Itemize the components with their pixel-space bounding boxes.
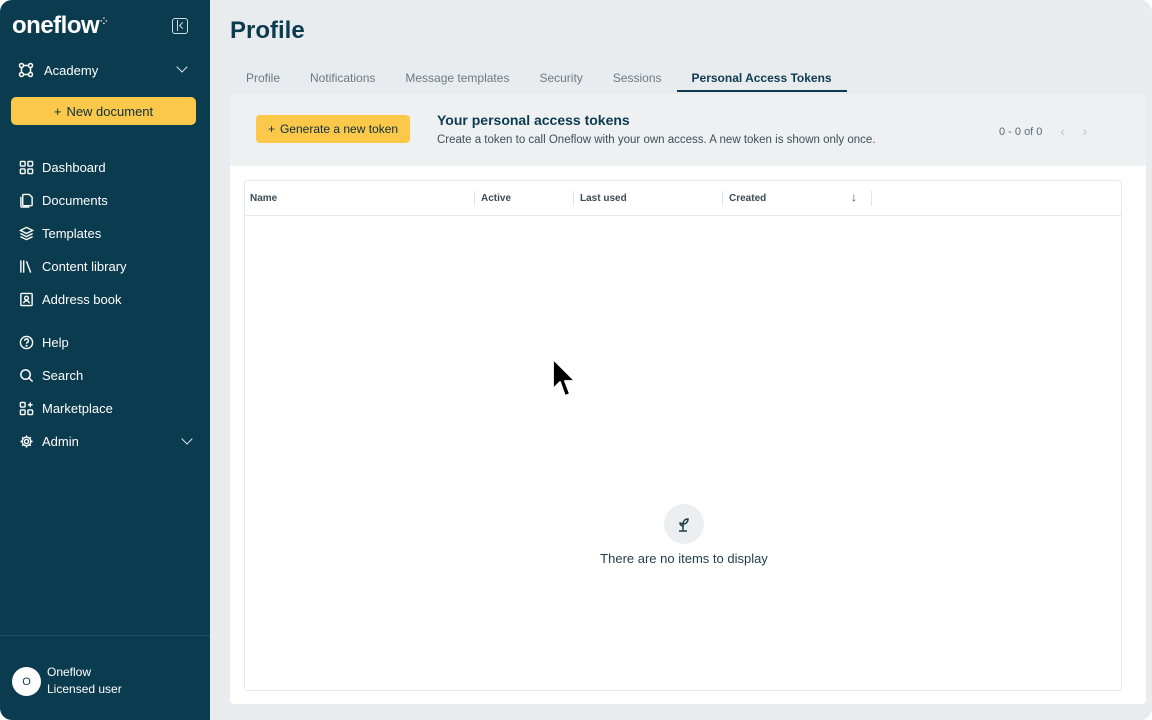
- tokens-table: Name Active Last used Created ↓ There ar…: [244, 180, 1122, 691]
- tokens-title: Your personal access tokens: [437, 112, 630, 128]
- sidebar: oneflow ⁘ Academy + New document Dashboa…: [0, 0, 210, 720]
- tab-profile[interactable]: Profile: [231, 66, 295, 92]
- sidebar-item-label: Help: [42, 334, 69, 350]
- tokens-card-header: + Generate a new token Your personal acc…: [230, 94, 1146, 166]
- sidebar-item-address-book[interactable]: Address book: [19, 288, 199, 310]
- column-header-active[interactable]: Active: [481, 193, 511, 204]
- table-header: Name Active Last used Created ↓: [245, 181, 1121, 216]
- sidebar-item-label: Address book: [42, 291, 122, 307]
- mouse-cursor-icon: [552, 358, 576, 397]
- sidebar-item-help[interactable]: Help: [19, 331, 199, 353]
- admin-gear-icon: [20, 434, 33, 448]
- sidebar-item-marketplace[interactable]: Marketplace: [19, 397, 199, 419]
- profile-tabs: Profile Notifications Message templates …: [231, 66, 847, 92]
- sidebar-item-documents[interactable]: Documents: [19, 189, 199, 211]
- workspace-name: Academy: [44, 62, 99, 78]
- new-document-label: New document: [66, 103, 154, 119]
- column-divider[interactable]: [722, 191, 723, 206]
- empty-state-message: There are no items to display: [600, 551, 768, 566]
- chevron-right-icon[interactable]: ›: [1083, 124, 1087, 139]
- sprout-icon: [664, 504, 704, 544]
- sidebar-item-label: Search: [42, 367, 84, 383]
- marketplace-icon: [19, 401, 34, 415]
- tab-personal-access-tokens[interactable]: Personal Access Tokens: [676, 66, 847, 92]
- workspace-switcher[interactable]: Academy: [18, 60, 190, 80]
- sidebar-item-content-library[interactable]: Content library: [19, 255, 199, 277]
- academy-icon: [18, 62, 34, 78]
- tab-notifications[interactable]: Notifications: [295, 66, 390, 92]
- sidebar-item-search[interactable]: Search: [19, 364, 199, 386]
- column-header-last-used[interactable]: Last used: [580, 193, 627, 204]
- sidebar-item-label: Marketplace: [42, 400, 113, 416]
- sidebar-item-label: Content library: [42, 258, 127, 274]
- collapse-sidebar-icon[interactable]: [172, 18, 188, 34]
- search-icon: [20, 368, 34, 382]
- help-icon: [19, 335, 34, 349]
- tab-security[interactable]: Security: [524, 66, 597, 92]
- user-profile[interactable]: O Oneflow Licensed user: [0, 635, 210, 720]
- generate-token-button[interactable]: + Generate a new token: [256, 115, 410, 143]
- tokens-description: Create a token to call Oneflow with your…: [437, 134, 876, 146]
- generate-token-label: Generate a new token: [279, 122, 399, 136]
- chevron-left-icon[interactable]: ‹: [1060, 124, 1064, 139]
- plus-icon: +: [53, 103, 62, 119]
- column-header-name[interactable]: Name: [250, 193, 277, 204]
- tokens-card: + Generate a new token Your personal acc…: [230, 94, 1146, 704]
- documents-icon: [20, 193, 33, 208]
- brand-name: oneflow: [12, 12, 100, 39]
- new-document-button[interactable]: + New document: [11, 97, 196, 125]
- column-divider[interactable]: [474, 191, 475, 206]
- chevron-down-icon: [181, 433, 193, 445]
- sidebar-item-admin[interactable]: Admin: [19, 430, 199, 452]
- tab-sessions[interactable]: Sessions: [598, 66, 677, 92]
- sidebar-item-label: Documents: [42, 192, 108, 208]
- page-title: Profile: [230, 17, 305, 44]
- brand-dots-icon: ⁘: [100, 15, 107, 26]
- sidebar-item-label: Templates: [42, 225, 102, 241]
- chevron-down-icon: [176, 61, 188, 73]
- brand-logo[interactable]: oneflow ⁘: [12, 12, 108, 40]
- content-library-icon: [20, 259, 32, 273]
- sidebar-item-dashboard[interactable]: Dashboard: [19, 156, 199, 178]
- user-role: Licensed user: [47, 682, 122, 696]
- sidebar-item-templates[interactable]: Templates: [19, 222, 199, 244]
- sidebar-item-label: Dashboard: [42, 159, 106, 175]
- sort-down-icon[interactable]: ↓: [851, 190, 857, 204]
- plus-icon: +: [267, 122, 275, 136]
- column-divider[interactable]: [573, 191, 574, 206]
- dashboard-icon: [19, 160, 34, 174]
- user-name: Oneflow: [47, 665, 92, 679]
- address-book-icon: [20, 292, 33, 306]
- pagination-count: 0 - 0 of 0: [999, 125, 1043, 138]
- column-divider[interactable]: [871, 191, 872, 206]
- pagination: 0 - 0 of 0 ‹ ›: [999, 124, 1087, 139]
- tab-message-templates[interactable]: Message templates: [390, 66, 524, 92]
- app-window: oneflow ⁘ Academy + New document Dashboa…: [0, 0, 1152, 720]
- avatar: O: [12, 667, 41, 696]
- column-header-created[interactable]: Created: [729, 193, 766, 204]
- templates-icon: [19, 226, 34, 240]
- sidebar-item-label: Admin: [42, 433, 79, 449]
- main-content: Profile Profile Notifications Message te…: [210, 0, 1152, 720]
